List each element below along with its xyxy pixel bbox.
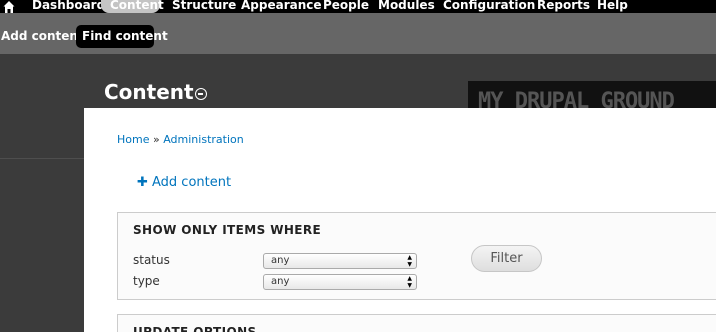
shortcut-find-content[interactable]: Find content	[76, 25, 168, 48]
content-panel: Home » Administration ✚ Add content SHOW …	[84, 108, 716, 332]
toolbar-item-appearance[interactable]: Appearance	[241, 0, 322, 13]
toolbar-item-structure[interactable]: Structure	[172, 0, 236, 13]
toolbar-item-dashboard[interactable]: Dashboard	[32, 0, 105, 13]
toolbar-item-help[interactable]: Help	[597, 0, 628, 13]
shortcuts-bar: Add content Find content	[0, 13, 716, 54]
status-label: status	[133, 253, 170, 267]
breadcrumb-separator: »	[152, 133, 160, 146]
page-title: Content	[104, 80, 194, 104]
filters-legend: SHOW ONLY ITEMS WHERE	[133, 223, 322, 237]
select-arrows-icon: ▲ ▼	[407, 275, 412, 289]
type-label: type	[133, 274, 160, 288]
breadcrumb-administration[interactable]: Administration	[163, 133, 244, 146]
plus-icon: ✚	[137, 175, 148, 190]
select-arrows-icon: ▲ ▼	[407, 254, 412, 268]
type-select[interactable]: any ▲ ▼	[263, 274, 417, 290]
toolbar-item-people[interactable]: People	[323, 0, 369, 13]
home-icon[interactable]	[3, 0, 15, 13]
toolbar-item-configuration[interactable]: Configuration	[443, 0, 535, 13]
filter-button[interactable]: Filter	[471, 245, 542, 272]
site-logo[interactable]: MY DRUPAL GROUND	[468, 81, 716, 111]
divider	[0, 158, 84, 159]
admin-toolbar: Dashboard Content Structure Appearance P…	[0, 0, 716, 13]
toolbar-item-modules[interactable]: Modules	[378, 0, 435, 13]
shortcut-add-content[interactable]: Add content	[1, 25, 84, 48]
breadcrumb-home[interactable]: Home	[117, 133, 149, 146]
breadcrumb: Home » Administration	[117, 133, 244, 147]
add-content-link[interactable]: ✚ Add content	[137, 175, 231, 191]
status-select[interactable]: any ▲ ▼	[263, 253, 417, 269]
remove-shortcut-icon[interactable]	[195, 88, 207, 100]
toolbar-item-reports[interactable]: Reports	[537, 0, 590, 13]
update-options-fieldset: UPDATE OPTIONS	[117, 314, 716, 332]
toolbar-item-content[interactable]: Content	[110, 0, 164, 13]
add-content-label: Add content	[152, 175, 232, 190]
filters-fieldset: SHOW ONLY ITEMS WHERE status any ▲ ▼ type…	[117, 212, 716, 300]
type-select-value: any	[271, 276, 290, 287]
status-select-value: any	[271, 255, 290, 266]
update-options-legend: UPDATE OPTIONS	[133, 325, 257, 332]
